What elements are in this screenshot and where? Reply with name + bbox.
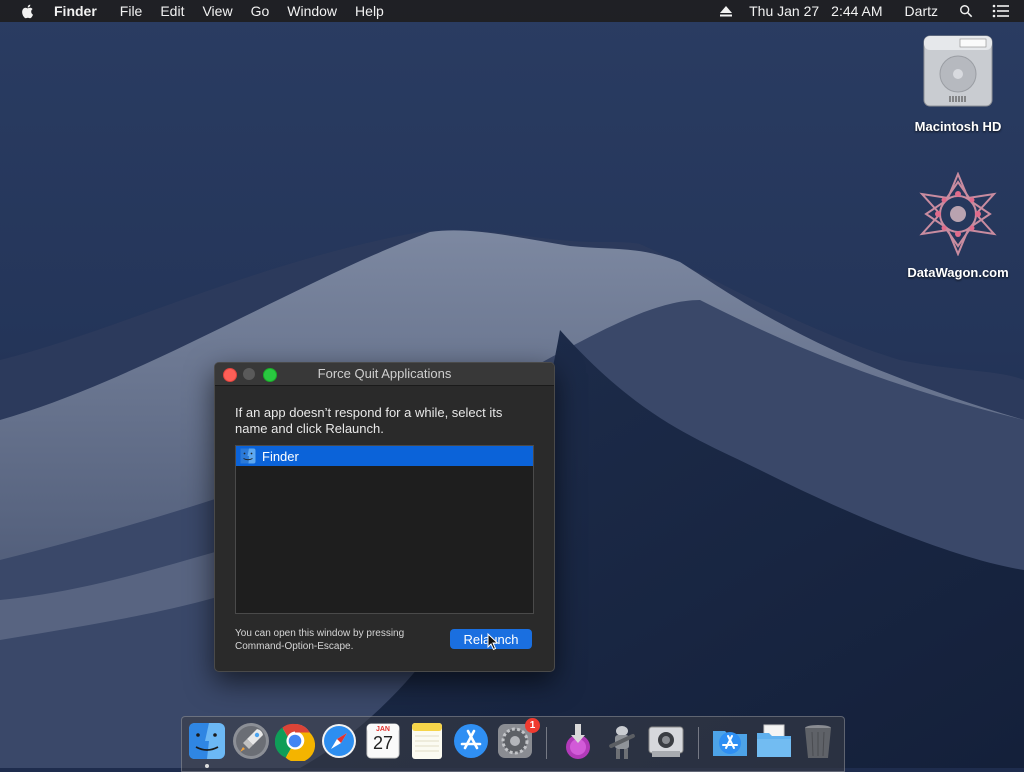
dock: JAN 27 1	[181, 716, 845, 772]
installer-icon[interactable]	[558, 721, 598, 761]
screenshot-icon[interactable]	[646, 721, 686, 761]
list-item-finder[interactable]: Finder	[236, 446, 533, 466]
mouse-cursor-icon	[487, 633, 499, 651]
window-titlebar[interactable]: Force Quit Applications	[215, 363, 554, 386]
calendar-day: 27	[372, 733, 394, 753]
menu-view[interactable]: View	[193, 0, 241, 22]
system-preferences-icon[interactable]: 1	[495, 718, 540, 761]
window-title: Force Quit Applications	[317, 366, 452, 381]
menu-window[interactable]: Window	[278, 0, 346, 22]
notification-center-icon[interactable]	[992, 4, 1010, 18]
safari-icon[interactable]	[319, 721, 359, 761]
apple-icon[interactable]	[20, 3, 36, 19]
keyboard-shortcut-hint: You can open this window by pressing Com…	[235, 628, 405, 652]
datawagon-icon	[919, 171, 997, 257]
spotlight-search-icon[interactable]	[958, 4, 974, 18]
finder-icon[interactable]	[187, 721, 227, 761]
calendar-icon[interactable]: JAN 27	[363, 721, 403, 761]
folder-icon[interactable]	[754, 721, 794, 761]
list-item-label: Finder	[262, 448, 299, 464]
menu-help[interactable]: Help	[346, 0, 393, 22]
trash-icon[interactable]	[798, 721, 838, 761]
menu-go[interactable]: Go	[242, 0, 279, 22]
dock-separator	[546, 727, 547, 759]
notification-badge: 1	[525, 718, 540, 733]
desktop-icon-label: Macintosh HD	[914, 119, 1002, 134]
menu-edit[interactable]: Edit	[151, 0, 193, 22]
force-quit-description: If an app doesn’t respond for a while, s…	[235, 405, 503, 436]
menu-app-name[interactable]: Finder	[54, 0, 111, 22]
finder-icon	[240, 448, 256, 464]
hard-drive-icon	[923, 35, 993, 107]
menubar-date[interactable]: Thu Jan 27	[743, 0, 825, 22]
menubar-user[interactable]: Dartz	[899, 0, 944, 22]
automator-icon[interactable]	[602, 721, 642, 761]
launchpad-icon[interactable]	[231, 721, 271, 761]
menu-bar: Finder File Edit View Go Window Help Thu…	[0, 0, 1024, 22]
menu-file[interactable]: File	[111, 0, 152, 22]
desktop-icon-macintosh-hd[interactable]: Macintosh HD	[903, 32, 1013, 134]
dock-separator	[698, 727, 699, 759]
desktop-icon-label: DataWagon.com	[907, 265, 1009, 280]
menubar-time[interactable]: 2:44 AM	[825, 0, 888, 22]
desktop-icon-datawagon[interactable]: DataWagon.com	[903, 171, 1013, 280]
calendar-month: JAN	[375, 726, 390, 733]
notes-icon[interactable]	[407, 721, 447, 761]
running-indicator	[205, 764, 209, 768]
app-list[interactable]: Finder	[235, 445, 534, 614]
applications-folder-icon[interactable]	[710, 721, 750, 761]
eject-icon[interactable]	[718, 4, 734, 18]
chrome-icon[interactable]	[275, 721, 315, 761]
force-quit-window: Force Quit Applications If an app doesn’…	[214, 362, 555, 672]
app-store-icon[interactable]	[451, 721, 491, 761]
